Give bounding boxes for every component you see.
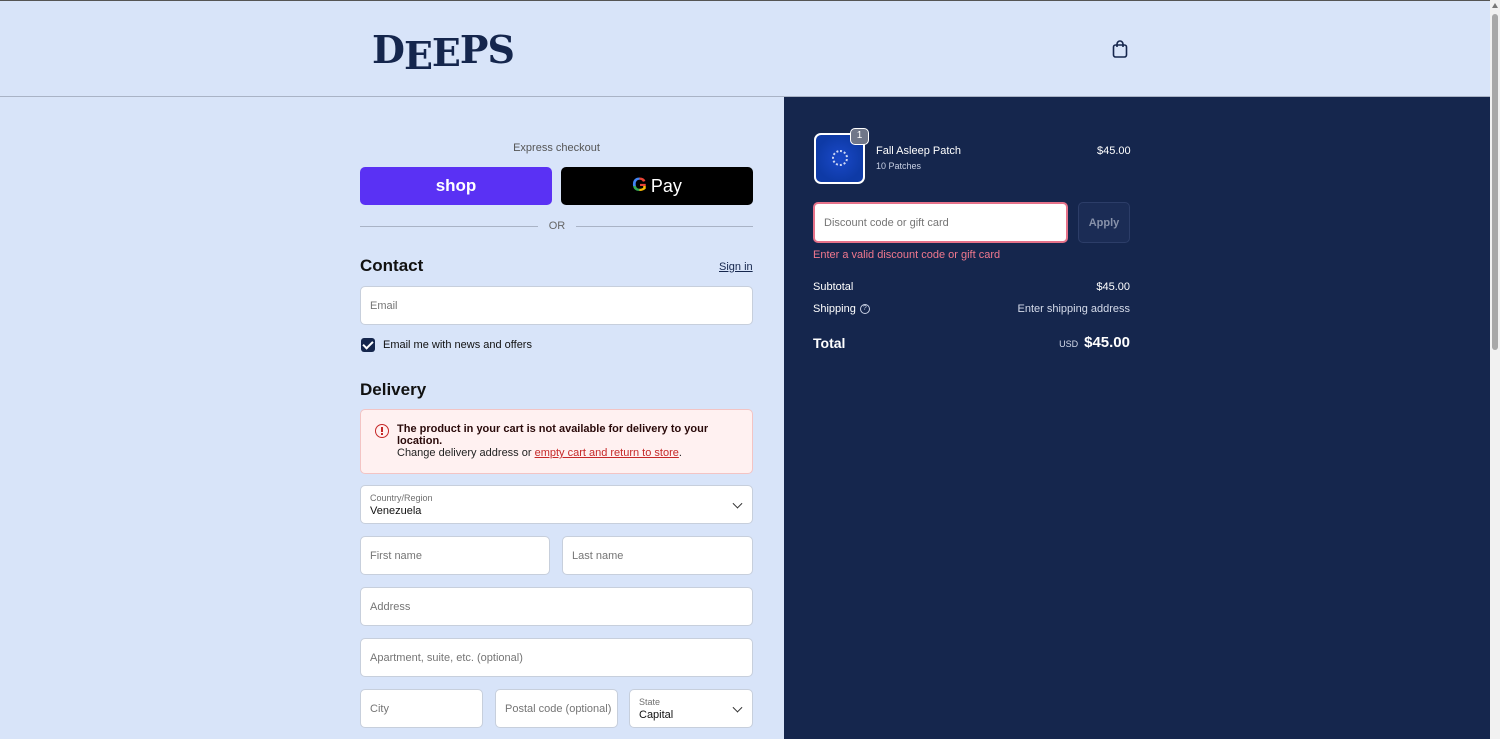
- logo-letter: E: [403, 33, 433, 78]
- order-summary: 1 Fall Asleep Patch 10 Patches $45.00 Ap…: [784, 97, 1490, 739]
- google-pay-label: Pay: [650, 175, 682, 196]
- state-label: State: [639, 696, 661, 707]
- alert-circle-icon: [375, 424, 389, 438]
- express-checkout-label: Express checkout: [513, 142, 600, 154]
- divider: [360, 226, 538, 227]
- page-scrollbar[interactable]: [1490, 0, 1500, 739]
- shipping-value: Enter shipping address: [1017, 303, 1130, 315]
- shopping-bag-icon[interactable]: [1110, 39, 1130, 59]
- shipping-label-row: Shipping?: [813, 303, 870, 315]
- discount-code-field[interactable]: [813, 202, 1068, 243]
- first-name-field[interactable]: [360, 536, 550, 575]
- postal-code-field[interactable]: [495, 689, 618, 728]
- product-price: $45.00: [1097, 145, 1131, 157]
- alert-title: The product in your cart is not availabl…: [397, 423, 709, 447]
- shop-pay-button[interactable]: shop: [360, 167, 552, 205]
- delivery-heading: Delivery: [360, 380, 427, 399]
- alert-body-text: Change delivery address or: [397, 447, 535, 459]
- address-field[interactable]: [360, 587, 753, 626]
- scroll-up-arrow-icon[interactable]: [1492, 3, 1498, 8]
- alert-body: Change delivery address or empty cart an…: [397, 447, 682, 459]
- contact-heading: Contact: [360, 256, 424, 275]
- chevron-down-icon: [732, 702, 743, 713]
- quantity-badge: 1: [850, 128, 869, 145]
- apartment-field[interactable]: [360, 638, 753, 677]
- city-field[interactable]: [360, 689, 483, 728]
- product-name: Fall Asleep Patch: [876, 145, 961, 157]
- total-value: $45.00: [1084, 334, 1130, 351]
- subtotal-label: Subtotal: [813, 281, 854, 293]
- country-label: Country/Region: [370, 492, 433, 503]
- discount-error: Enter a valid discount code or gift card: [813, 249, 1001, 261]
- logo-letter: P: [459, 27, 489, 72]
- email-field[interactable]: [360, 286, 753, 325]
- logo-letter: S: [487, 27, 514, 72]
- state-value: Capital: [639, 708, 674, 721]
- newsletter-label: Email me with news and offers: [383, 339, 532, 351]
- total-amount: USD $45.00: [1059, 334, 1130, 351]
- product-image-icon: [832, 150, 848, 166]
- country-value: Venezuela: [370, 504, 422, 517]
- google-pay-button[interactable]: G Pay: [561, 167, 753, 205]
- country-select[interactable]: Country/Region Venezuela: [360, 485, 753, 524]
- last-name-field[interactable]: [562, 536, 753, 575]
- logo-letter: E: [431, 30, 461, 75]
- total-currency: USD: [1059, 339, 1079, 349]
- state-select[interactable]: State Capital: [629, 689, 753, 728]
- site-header: DEEPS: [0, 1, 1490, 97]
- logo-letter: D: [372, 27, 405, 72]
- help-circle-icon[interactable]: ?: [859, 304, 870, 315]
- or-divider-label: OR: [548, 220, 566, 232]
- alert-body-text: .: [678, 447, 682, 459]
- checkout-form: Express checkout shop G Pay OR Contact S…: [0, 97, 784, 739]
- sign-in-link[interactable]: Sign in: [719, 261, 753, 273]
- scrollbar-thumb[interactable]: [1492, 14, 1498, 350]
- deeps-logo[interactable]: DEEPS: [372, 27, 515, 78]
- chevron-down-icon: [732, 498, 743, 509]
- google-icon: G: [632, 175, 647, 196]
- total-label: Total: [813, 335, 846, 351]
- divider: [576, 226, 753, 227]
- product-variant: 10 Patches: [876, 161, 922, 171]
- subtotal-value: $45.00: [1096, 281, 1130, 293]
- shipping-label: Shipping: [813, 303, 856, 315]
- apply-discount-button[interactable]: Apply: [1078, 202, 1130, 243]
- delivery-unavailable-alert: The product in your cart is not availabl…: [360, 409, 753, 474]
- empty-cart-link[interactable]: empty cart and return to store: [535, 447, 679, 459]
- newsletter-checkbox[interactable]: [361, 338, 375, 352]
